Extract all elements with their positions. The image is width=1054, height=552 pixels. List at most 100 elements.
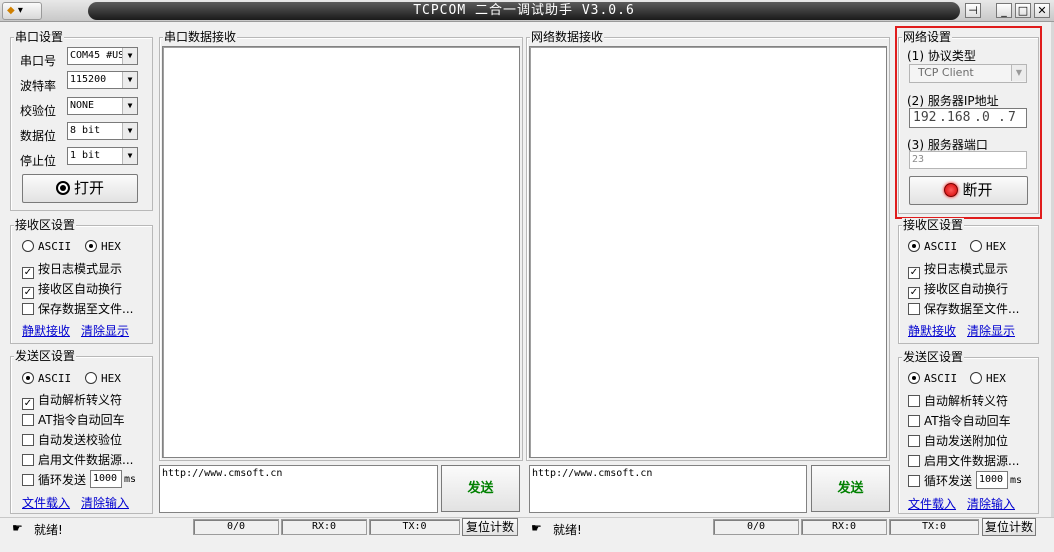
left-clear-display-link[interactable]: 清除显示 [81,322,129,339]
checkbox-label: 自动解析转义符 [924,394,1009,408]
right-send-ascii-radio[interactable]: ASCII [908,372,957,385]
right-recv-hex-radio[interactable]: HEX [970,240,1006,253]
checkbox-label: 按日志模式显示 [38,262,123,276]
checkbox-checked-icon: ✓ [22,287,34,299]
databits-label: 数据位 [20,129,57,143]
databits-select[interactable]: 8 bit ▼ [67,122,138,140]
radio-selected-icon [22,372,34,384]
parity-value: NONE [70,100,95,111]
checkbox-label: 保存数据至文件... [38,302,134,316]
network-settings-highlight [895,26,1042,219]
radio-selected-icon [908,240,920,252]
checkbox-icon [908,455,920,467]
right-at-return-checkbox[interactable]: AT指令自动回车 [908,412,1011,429]
checkbox-icon [908,435,920,447]
serial-send-button[interactable]: 发送 [441,465,520,512]
maximize-button[interactable]: □ [1015,3,1031,18]
right-loop-send-checkbox[interactable]: 循环发送 [908,472,972,489]
port-label: 串口号 [20,54,57,68]
checkbox-label: 循环发送 [924,474,973,488]
right-log-mode-checkbox[interactable]: ✓ 按日志模式显示 [908,260,1008,279]
databits-value: 8 bit [70,125,101,136]
checkbox-icon [22,303,34,315]
left-send-ascii-radio[interactable]: ASCII [22,372,71,385]
left-tx-panel: TX:0 [369,519,460,535]
left-loop-interval-input[interactable]: 1000 [90,470,122,488]
right-loop-unit: ms [1010,475,1023,486]
checkbox-icon [908,415,920,427]
checkbox-icon [22,454,34,466]
stopbits-label: 停止位 [20,154,57,168]
checkbox-label: AT指令自动回车 [924,414,1011,428]
checkbox-label: 自动发送校验位 [38,433,123,447]
checkbox-label: 自动发送附加位 [924,434,1009,448]
close-button[interactable]: ✕ [1034,3,1050,18]
left-recv-ascii-radio[interactable]: ASCII [22,240,71,253]
right-save-file-checkbox[interactable]: 保存数据至文件... [908,300,1019,317]
left-clear-input-link[interactable]: 清除输入 [81,494,129,511]
serial-send-input[interactable]: http://www.cmsoft.cn [159,465,438,513]
left-auto-checksum-checkbox[interactable]: 自动发送校验位 [22,431,122,448]
serial-receive-area[interactable] [162,46,520,458]
left-load-file-link[interactable]: 文件载入 [22,494,70,511]
checkbox-icon [908,395,920,407]
radio-label: ASCII [38,240,72,253]
open-port-button[interactable]: 打开 [22,174,138,203]
network-receive-area[interactable] [529,46,887,458]
app-menu-button[interactable]: ◆ ▾ [2,2,42,20]
right-load-file-link[interactable]: 文件载入 [908,495,956,512]
network-send-input[interactable]: http://www.cmsoft.cn [529,465,807,513]
pin-button[interactable]: ⊣ [965,3,981,18]
radio-label: ASCII [38,372,72,385]
network-send-button[interactable]: 发送 [811,465,890,512]
left-file-source-checkbox[interactable]: 启用文件数据源... [22,451,133,468]
right-file-source-checkbox[interactable]: 启用文件数据源... [908,452,1019,469]
right-status-text: 就绪! [553,523,582,537]
checkbox-checked-icon: ✓ [908,287,920,299]
radio-label: ASCII [924,372,958,385]
baud-select[interactable]: 115200 ▼ [67,71,138,89]
checkbox-label: 保存数据至文件... [924,302,1020,316]
baud-label: 波特率 [20,79,57,93]
checkbox-checked-icon: ✓ [22,398,34,410]
parity-label: 校验位 [20,104,57,118]
radio-selected-icon [85,240,97,252]
left-save-file-checkbox[interactable]: 保存数据至文件... [22,300,133,317]
radio-icon [85,372,97,384]
checkbox-label: 启用文件数据源... [38,453,134,467]
parity-select[interactable]: NONE ▼ [67,97,138,115]
right-auto-append-checkbox[interactable]: 自动发送附加位 [908,432,1008,449]
chevron-down-icon: ▼ [122,123,137,139]
right-recv-ascii-radio[interactable]: ASCII [908,240,957,253]
right-silent-receive-link[interactable]: 静默接收 [908,322,956,339]
stopbits-value: 1 bit [70,150,101,161]
left-loop-send-checkbox[interactable]: 循环发送 [22,471,86,488]
left-send-hex-radio[interactable]: HEX [85,372,121,385]
left-recv-hex-radio[interactable]: HEX [85,240,121,253]
right-loop-interval-input[interactable]: 1000 [976,471,1008,489]
port-select[interactable]: COM45 #USB ▼ [67,47,138,65]
left-at-return-checkbox[interactable]: AT指令自动回车 [22,411,125,428]
right-clear-input-link[interactable]: 清除输入 [967,495,1015,512]
radio-label: HEX [101,240,121,253]
right-reset-count-button[interactable]: 复位计数 [982,518,1036,536]
checkbox-label: AT指令自动回车 [38,413,125,427]
radio-icon [970,372,982,384]
left-auto-wrap-checkbox[interactable]: ✓ 接收区自动换行 [22,280,122,299]
right-send-hex-radio[interactable]: HEX [970,372,1006,385]
minimize-button[interactable]: _ [996,3,1012,18]
left-reset-count-button[interactable]: 复位计数 [462,518,518,536]
chevron-down-icon: ▼ [122,148,137,164]
left-auto-escape-checkbox[interactable]: ✓ 自动解析转义符 [22,391,122,410]
stopbits-select[interactable]: 1 bit ▼ [67,147,138,165]
right-auto-wrap-checkbox[interactable]: ✓ 接收区自动换行 [908,280,1008,299]
right-count-panel: 0/0 [713,519,799,535]
left-silent-receive-link[interactable]: 静默接收 [22,322,70,339]
baud-value: 115200 [70,74,107,85]
checkbox-label: 自动解析转义符 [38,393,123,407]
right-auto-escape-checkbox[interactable]: 自动解析转义符 [908,392,1008,409]
right-clear-display-link[interactable]: 清除显示 [967,322,1015,339]
serial-receive-title: 串口数据接收 [163,30,238,44]
left-log-mode-checkbox[interactable]: ✓ 按日志模式显示 [22,260,122,279]
left-send-title: 发送区设置 [14,349,77,363]
